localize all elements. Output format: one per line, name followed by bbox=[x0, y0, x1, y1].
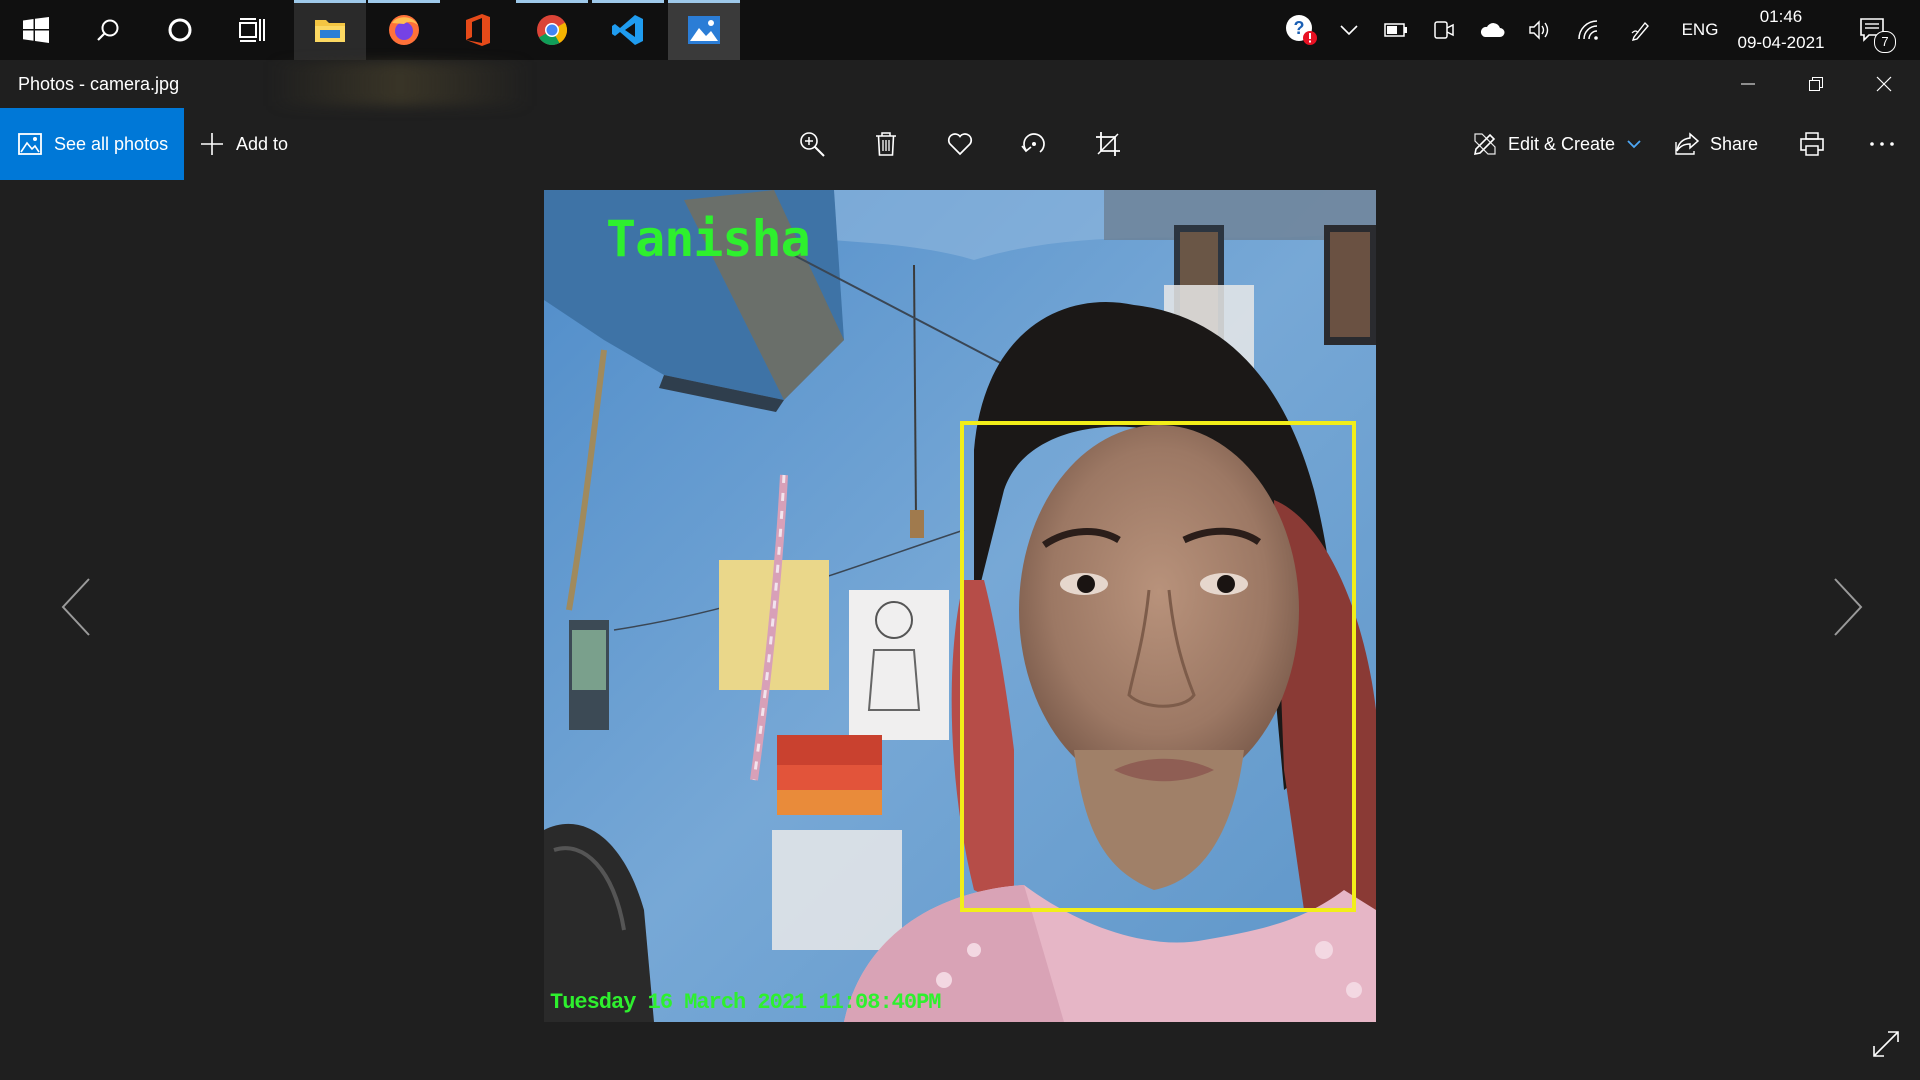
cloud-icon bbox=[1480, 23, 1505, 37]
recognized-name-label: Tanisha bbox=[606, 210, 811, 268]
heart-icon bbox=[947, 133, 973, 156]
meet-now-icon bbox=[1434, 21, 1454, 39]
chevron-right-icon bbox=[1834, 578, 1863, 636]
plus-icon bbox=[201, 133, 223, 155]
taskbar-app-firefox[interactable] bbox=[368, 0, 440, 60]
taskbar-app-file-explorer[interactable] bbox=[294, 0, 366, 60]
taskbar-app-photos[interactable] bbox=[668, 0, 740, 60]
edit-create-button[interactable]: Edit & Create bbox=[1472, 108, 1644, 180]
restore-icon bbox=[1809, 77, 1823, 91]
favorite-button[interactable] bbox=[938, 108, 982, 180]
taskbar-app-chrome[interactable] bbox=[516, 0, 588, 60]
input-language-button[interactable]: ENG bbox=[1672, 0, 1728, 60]
photo-gallery-icon bbox=[18, 133, 42, 155]
see-all-photos-label: See all photos bbox=[54, 133, 169, 154]
chrome-icon bbox=[537, 15, 568, 46]
running-indicator bbox=[516, 0, 588, 3]
onedrive-button[interactable] bbox=[1474, 0, 1510, 60]
office-icon bbox=[466, 14, 490, 46]
task-view-icon bbox=[239, 18, 265, 42]
help-icon: ? bbox=[1286, 15, 1317, 45]
chevron-down-icon bbox=[1340, 25, 1358, 36]
running-indicator bbox=[668, 0, 740, 3]
crop-button[interactable] bbox=[1086, 108, 1130, 180]
delete-button[interactable] bbox=[864, 108, 908, 180]
add-to-button[interactable]: Add to bbox=[200, 108, 300, 180]
task-view-button[interactable] bbox=[216, 0, 288, 60]
volume-button[interactable] bbox=[1524, 0, 1556, 60]
add-to-label: Add to bbox=[236, 133, 289, 154]
zoom-in-icon bbox=[800, 132, 825, 157]
rotate-icon bbox=[1021, 133, 1045, 153]
zoom-button[interactable] bbox=[790, 108, 834, 180]
meet-now-button[interactable] bbox=[1428, 0, 1460, 60]
pen-workspace-button[interactable] bbox=[1624, 0, 1658, 60]
crop-icon bbox=[1096, 132, 1120, 156]
print-button[interactable] bbox=[1790, 108, 1834, 180]
see-all-photos-button[interactable]: See all photos bbox=[0, 108, 184, 180]
trash-icon bbox=[876, 132, 896, 156]
more-dots-icon bbox=[1870, 142, 1894, 146]
vscode-icon bbox=[612, 15, 643, 45]
photos-icon bbox=[688, 16, 720, 44]
clock-date: 09-04-2021 bbox=[1737, 33, 1825, 52]
svg-text:?: ? bbox=[1294, 18, 1305, 38]
cortana-circle-icon bbox=[168, 18, 192, 42]
show-hidden-icons-button[interactable] bbox=[1334, 0, 1364, 60]
notification-count-badge: 7 bbox=[1874, 31, 1896, 53]
share-label: Share bbox=[1710, 133, 1759, 154]
start-button[interactable] bbox=[0, 0, 72, 60]
share-icon bbox=[1675, 132, 1700, 155]
window-title: Photos - camera.jpg bbox=[18, 74, 180, 94]
wifi-icon bbox=[1578, 20, 1598, 40]
face-detection-box bbox=[960, 421, 1356, 912]
search-button[interactable] bbox=[72, 0, 144, 60]
full-screen-button[interactable] bbox=[1866, 1024, 1906, 1064]
more-options-button[interactable] bbox=[1860, 108, 1904, 180]
windows-logo-icon bbox=[23, 17, 49, 43]
minimize-icon bbox=[1741, 83, 1755, 85]
cortana-button[interactable] bbox=[144, 0, 216, 60]
folder-icon bbox=[315, 20, 345, 42]
photo-viewer-image[interactable]: Tanisha Tuesday 16 March 2021 11:08:40PM bbox=[544, 190, 1376, 1022]
edit-create-label: Edit & Create bbox=[1508, 133, 1616, 154]
printer-icon bbox=[1800, 132, 1824, 156]
running-indicator bbox=[592, 0, 664, 3]
battery-icon bbox=[1384, 23, 1407, 37]
next-photo-button[interactable] bbox=[1818, 572, 1878, 642]
running-indicator bbox=[294, 0, 366, 3]
speaker-icon bbox=[1529, 20, 1549, 40]
clock-time: 01:46 bbox=[1759, 7, 1803, 26]
minimize-button[interactable] bbox=[1714, 60, 1782, 108]
search-icon bbox=[97, 19, 119, 41]
help-button[interactable]: ? bbox=[1280, 0, 1322, 60]
previous-photo-button[interactable] bbox=[46, 572, 106, 642]
taskbar-app-office[interactable] bbox=[442, 0, 514, 60]
chevron-down-icon bbox=[1627, 140, 1641, 149]
taskbar: ? ENG 01:46 09-04-2021 7 bbox=[0, 0, 1920, 60]
expand-icon bbox=[1873, 1031, 1899, 1057]
share-button[interactable]: Share bbox=[1674, 108, 1770, 180]
battery-button[interactable] bbox=[1380, 0, 1412, 60]
pen-icon bbox=[1631, 21, 1649, 41]
network-button[interactable] bbox=[1572, 0, 1606, 60]
clock[interactable]: 01:46 09-04-2021 bbox=[1726, 4, 1836, 56]
edit-pencil-ruler-icon bbox=[1473, 133, 1496, 156]
close-icon bbox=[1876, 76, 1892, 92]
language-label: ENG bbox=[1681, 20, 1719, 39]
firefox-icon bbox=[389, 15, 419, 45]
restore-button[interactable] bbox=[1782, 60, 1850, 108]
close-button[interactable] bbox=[1850, 60, 1918, 108]
title-bar: Photos - camera.jpg bbox=[0, 60, 1920, 108]
taskbar-app-vscode[interactable] bbox=[592, 0, 664, 60]
running-indicator bbox=[368, 0, 440, 3]
photo-timestamp-label: Tuesday 16 March 2021 11:08:40PM bbox=[550, 990, 941, 1015]
rotate-button[interactable] bbox=[1012, 108, 1056, 180]
chevron-left-icon bbox=[61, 578, 90, 636]
